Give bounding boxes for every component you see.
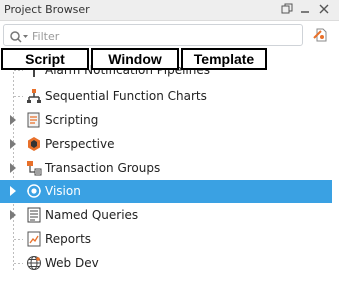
expand-arrow-icon[interactable] (10, 115, 16, 125)
tree-item-web-dev[interactable]: Web Dev (0, 252, 332, 275)
search-icon[interactable] (9, 29, 31, 43)
tree-item-label: Scripting (45, 113, 99, 127)
filter-input[interactable] (30, 27, 299, 45)
tree-item-transaction-groups[interactable]: Transaction Groups (0, 157, 332, 180)
minimize-icon[interactable] (299, 3, 311, 15)
expand-arrow-icon[interactable] (10, 186, 16, 196)
tree-item-reports[interactable]: Reports (0, 228, 332, 251)
tree-item-sequential-function-charts[interactable]: Sequential Function Charts (0, 85, 332, 108)
tree-connector (14, 263, 23, 264)
tree-item-label: Web Dev (45, 256, 99, 270)
tree-item-label: Transaction Groups (45, 161, 161, 175)
project-browser-panel: Project Browser Alarm Notific (0, 0, 339, 293)
tree-connector (14, 239, 23, 240)
scripting-icon (26, 112, 42, 128)
window-tab[interactable]: Window (91, 48, 179, 70)
tree-item-label: Sequential Function Charts (45, 89, 207, 103)
vision-icon (26, 183, 42, 199)
perspective-icon (26, 136, 42, 152)
template-tab[interactable]: Template (181, 48, 267, 70)
new-resource-icon[interactable] (312, 26, 330, 44)
sfc-icon (26, 88, 42, 104)
restore-icon[interactable] (281, 3, 293, 15)
expand-arrow-icon[interactable] (10, 163, 16, 173)
tree-item-perspective[interactable]: Perspective (0, 133, 332, 156)
reports-icon (26, 231, 42, 247)
expand-arrow-icon[interactable] (10, 210, 16, 220)
close-icon[interactable] (318, 3, 330, 15)
tree-item-label: Perspective (45, 137, 115, 151)
expand-arrow-icon[interactable] (10, 139, 16, 149)
filter-box[interactable] (3, 24, 303, 46)
tree-connector (14, 70, 23, 71)
web-dev-icon (26, 255, 42, 271)
panel-title: Project Browser (4, 3, 90, 16)
tree-item-label: Named Queries (45, 208, 139, 222)
tree-item-label: Vision (45, 184, 81, 198)
transaction-groups-icon (26, 160, 42, 176)
mode-tab-strip: Script Window Template (1, 48, 269, 70)
script-tab[interactable]: Script (1, 48, 89, 70)
panel-titlebar: Project Browser (0, 0, 339, 21)
named-queries-icon (26, 207, 42, 223)
tree-item-vision[interactable]: Vision (0, 180, 332, 203)
tree-item-scripting[interactable]: Scripting (0, 109, 332, 132)
tree-item-named-queries[interactable]: Named Queries (0, 204, 332, 227)
tree-connector (14, 96, 23, 97)
tree-item-label: Reports (45, 232, 92, 246)
